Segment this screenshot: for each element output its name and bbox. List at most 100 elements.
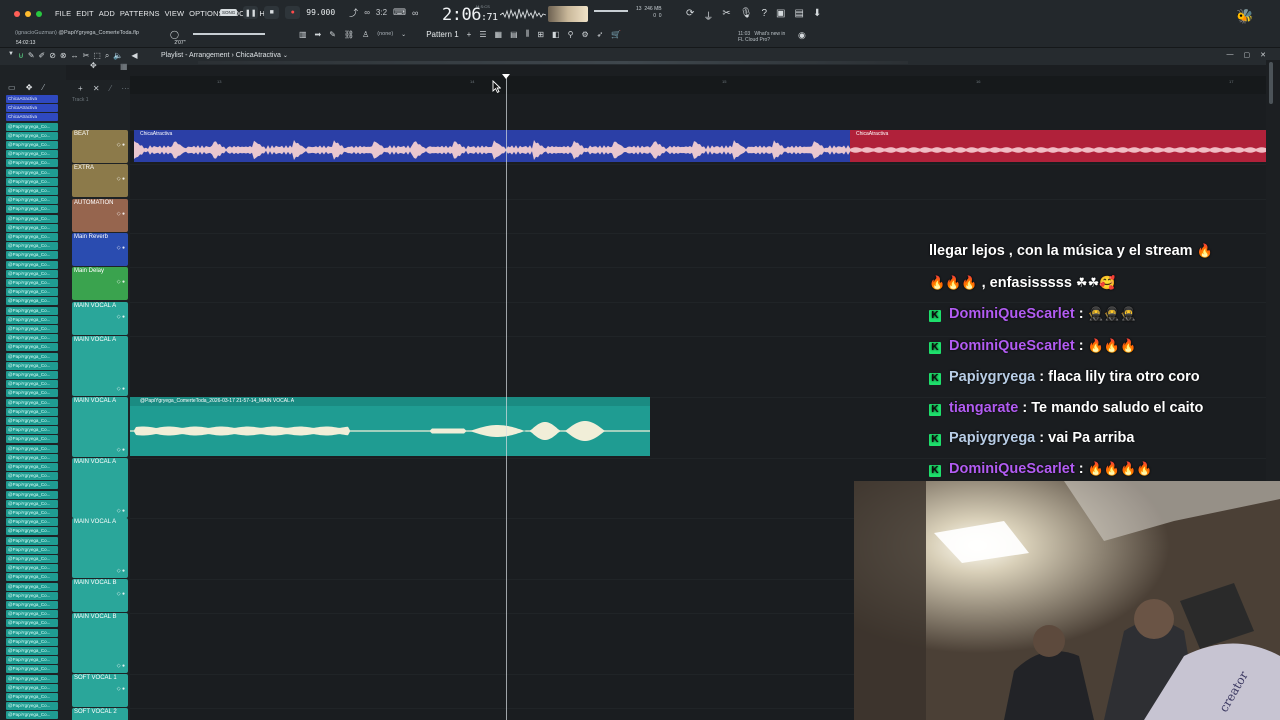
clip-source-vocal[interactable]: @PapiYgryega_Co... xyxy=(6,490,58,499)
channel-rack-icon[interactable]: ▤ xyxy=(510,30,518,39)
track-mute-icon[interactable]: ◇ ● xyxy=(117,279,125,285)
clip-source-vocal[interactable]: @PapiYgryega_Co... xyxy=(6,564,58,573)
clip-source-vocal[interactable]: @PapiYgryega_Co... xyxy=(6,380,58,389)
menu-add[interactable]: ADD xyxy=(99,9,115,18)
clip-source-vocal[interactable]: @PapiYgryega_Co... xyxy=(6,527,58,536)
clip-source-vocal[interactable]: @PapiYgryega_Co... xyxy=(6,435,58,444)
clip-source-vocal[interactable]: @PapiYgryega_Co... xyxy=(6,628,58,637)
menu-file[interactable]: FILE xyxy=(55,9,71,18)
remove-track-icon[interactable]: ✕ xyxy=(93,84,100,93)
save-icon[interactable]: ▣ xyxy=(776,8,785,23)
playlist-clip-name[interactable]: ChicaAtractiva xyxy=(236,52,281,59)
clip-source-vocal[interactable]: @PapiYgryega_Co... xyxy=(6,545,58,554)
pattern-selector[interactable]: Pattern 1 xyxy=(426,30,458,39)
brush-icon[interactable]: ✎ xyxy=(329,30,336,39)
clip-source-beat[interactable]: ChicaAtractiva xyxy=(6,95,58,103)
plug-icon[interactable]: ⏚ xyxy=(703,8,713,23)
clip-source-vocal[interactable]: @PapiYgryega_Co... xyxy=(6,665,58,674)
add-pattern-icon[interactable]: + xyxy=(467,30,472,39)
clip-source-vocal[interactable]: @PapiYgryega_Co... xyxy=(6,398,58,407)
clip-source-vocal[interactable]: @PapiYgryega_Co... xyxy=(6,150,58,159)
pin-icon[interactable]: ⚲ xyxy=(568,30,574,39)
piano-icon[interactable]: ▥ xyxy=(299,30,307,39)
scroll-arrows-icon[interactable]: ✥ xyxy=(90,61,97,70)
song-mode-toggle[interactable]: SONG xyxy=(220,9,238,16)
clip-source-vocal[interactable]: @PapiYgryega_Co... xyxy=(6,251,58,260)
clip-source-vocal[interactable]: @PapiYgryega_Co... xyxy=(6,288,58,297)
clip-source-vocal[interactable]: @PapiYgryega_Co... xyxy=(6,214,58,223)
clip-source-vocal[interactable]: @PapiYgryega_Co... xyxy=(6,637,58,646)
back-icon[interactable]: ◀ xyxy=(131,51,137,61)
track-header[interactable]: MAIN VOCAL B ◇ ● xyxy=(72,579,128,612)
news-panel[interactable]: 11:03 What's new in FL Cloud Pro? xyxy=(738,31,785,43)
clip-source-vocal[interactable]: @PapiYgryega_Co... xyxy=(6,187,58,195)
magnet-icon[interactable]: ⊍ xyxy=(18,51,24,61)
clip-source-vocal[interactable]: @PapiYgryega_Co... xyxy=(6,573,58,582)
minimize-dot[interactable] xyxy=(25,11,31,17)
clip-source-vocal[interactable]: @PapiYgryega_Co... xyxy=(6,656,58,665)
clip-source-vocal[interactable]: @PapiYgryega_Co... xyxy=(6,693,58,701)
refresh-icon[interactable]: ⟳ xyxy=(686,8,694,23)
clip-source-vocal[interactable]: @PapiYgryega_Co... xyxy=(6,352,58,361)
download-icon[interactable]: ⬇ xyxy=(813,8,821,23)
mic-icon[interactable]: 🎙 xyxy=(740,8,753,23)
clip-source-vocal[interactable]: @PapiYgryega_Co... xyxy=(6,205,58,214)
track-mute-icon[interactable]: ◇ ● xyxy=(117,568,125,574)
clip-source-vocal[interactable]: @PapiYgryega_Co... xyxy=(6,647,58,655)
slice-icon[interactable]: ✂ xyxy=(83,51,90,61)
add-track-icon[interactable]: + xyxy=(78,84,83,93)
close-icon[interactable]: ✕ xyxy=(1260,51,1266,59)
clip-source-vocal[interactable]: @PapiYgryega_Co... xyxy=(6,472,58,481)
playlist-icon[interactable]: ☰ xyxy=(479,30,486,39)
loop-icon[interactable]: ∞ xyxy=(364,8,370,17)
stop-icon[interactable]: ■ xyxy=(264,6,280,19)
clip-source-vocal[interactable]: @PapiYgryega_Co... xyxy=(6,223,58,232)
clip-source-vocal[interactable]: @PapiYgryega_Co... xyxy=(6,518,58,527)
move-icon[interactable]: ✥ xyxy=(26,83,33,92)
globe-icon[interactable]: ◉ xyxy=(798,30,806,41)
clip-source-vocal[interactable]: @PapiYgryega_Co... xyxy=(6,233,58,241)
clip-source-vocal[interactable]: @PapiYgryega_Co... xyxy=(6,159,58,168)
clip-source-vocal[interactable]: @PapiYgryega_Co... xyxy=(6,619,58,628)
clip-source-vocal[interactable]: @PapiYgryega_Co... xyxy=(6,141,58,149)
plug2-icon[interactable]: ⚙ xyxy=(581,30,588,39)
window-controls[interactable] xyxy=(14,11,42,17)
menu-view[interactable]: VIEW xyxy=(165,9,185,18)
clip-source-vocal[interactable]: @PapiYgryega_Co... xyxy=(6,297,58,306)
step-icon[interactable]: 3:2 xyxy=(376,8,387,17)
clip-source-vocal[interactable]: @PapiYgryega_Co... xyxy=(6,279,58,287)
track-mute-icon[interactable]: ◇ ● xyxy=(117,142,125,148)
chevron-down-icon[interactable]: ⌄ xyxy=(401,31,406,38)
clip-source-vocal[interactable]: @PapiYgryega_Co... xyxy=(6,711,58,720)
track-header[interactable]: MAIN VOCAL B ◇ ● xyxy=(72,613,128,673)
help-icon[interactable]: ? xyxy=(761,8,767,23)
clip-source-vocal[interactable]: @PapiYgryega_Co... xyxy=(6,444,58,453)
clip-source-vocal[interactable]: @PapiYgryega_Co... xyxy=(6,453,58,462)
clip-source-vocal[interactable]: @PapiYgryega_Co... xyxy=(6,674,58,683)
close-dot[interactable] xyxy=(14,11,20,17)
clip-source-vocal[interactable]: @PapiYgryega_Co... xyxy=(6,426,58,435)
overview-bar[interactable] xyxy=(198,61,908,64)
metronome-icon[interactable]: ⤴ xyxy=(349,6,358,19)
snap-icon[interactable]: ◯ xyxy=(170,30,179,39)
track-mute-icon[interactable]: ◇ ● xyxy=(117,386,125,392)
grid-icon[interactable]: ▦ xyxy=(120,62,128,71)
clip-source-beat[interactable]: ChicaAtractiva xyxy=(6,113,58,122)
menu-arrow-icon[interactable]: ▼ xyxy=(8,51,14,61)
clip-source-vocal[interactable]: @PapiYgryega_Co... xyxy=(6,371,58,379)
track-header[interactable]: MAIN VOCAL A ◇ ● xyxy=(72,397,128,457)
playhead-marker-icon[interactable] xyxy=(502,74,510,79)
master-volume-slider[interactable] xyxy=(594,10,628,12)
tempo-display[interactable]: 99.000 xyxy=(306,8,335,17)
vocal-clip[interactable]: @PapiYgryega_ComerteToda_2026-03-17 21-5… xyxy=(130,397,650,456)
pattern-selector-none[interactable]: (none) xyxy=(377,31,393,37)
clip-source-vocal[interactable]: @PapiYgryega_Co... xyxy=(6,361,58,370)
arrow-icon[interactable]: ➡ xyxy=(315,30,322,39)
cart-icon[interactable]: 🛒 xyxy=(611,30,621,39)
track-mute-icon[interactable]: ◇ ● xyxy=(117,508,125,514)
clip-source-beat[interactable]: ChicaAtractiva xyxy=(6,104,58,113)
mute-icon[interactable]: ⊗ xyxy=(60,51,67,61)
share-icon[interactable]: ➶ xyxy=(597,30,604,39)
clip-source-vocal[interactable]: @PapiYgryega_Co... xyxy=(6,610,58,619)
menu-edit[interactable]: EDIT xyxy=(76,9,93,18)
